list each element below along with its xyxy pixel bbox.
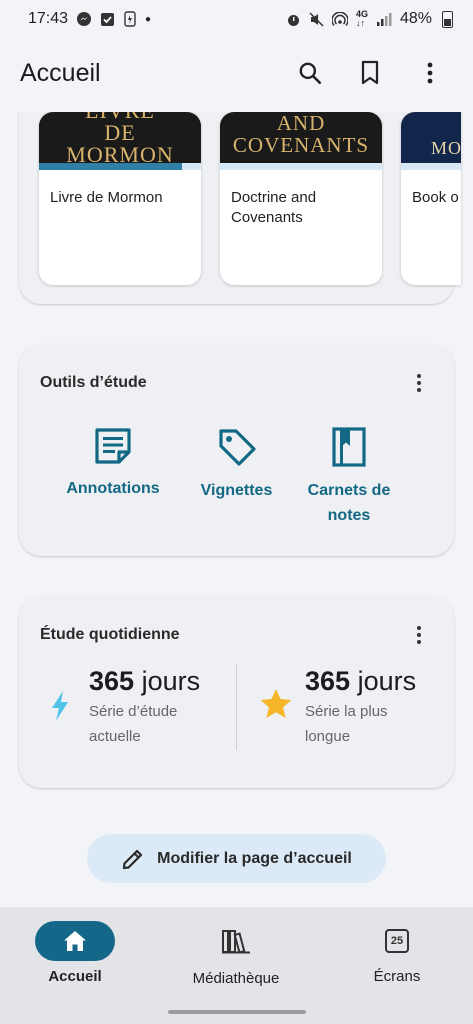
longest-streak-unit: jours — [357, 666, 417, 696]
library-icon — [222, 930, 250, 954]
daily-study-more-button[interactable] — [404, 620, 434, 650]
tool-label: Vignettes — [200, 482, 273, 499]
calendar-icon: 25 — [385, 929, 409, 953]
pencil-icon — [123, 849, 143, 869]
search-icon — [299, 62, 322, 85]
nav-label: Médiathèque — [192, 970, 280, 987]
nav-active-indicator — [35, 921, 115, 961]
longest-streak-number: 365 — [305, 666, 351, 696]
app-bar: Accueil — [0, 44, 473, 102]
book-title: Book o — [412, 189, 459, 206]
tool-annotations[interactable]: Annotations — [63, 426, 163, 501]
tool-vignettes[interactable]: Vignettes — [194, 426, 279, 503]
usb-icon — [124, 11, 136, 27]
bookmark-button[interactable] — [347, 50, 393, 96]
status-bar: 17:43 ● 4G ↓↑ 48% — [0, 0, 473, 38]
check-icon — [101, 12, 115, 26]
tool-label: Annotations — [66, 480, 160, 497]
bolt-icon — [52, 691, 68, 721]
home-content[interactable]: LE LIVRE DE MORMON Livre de Mormon AND C… — [0, 112, 473, 907]
annotations-icon — [95, 428, 131, 464]
study-tools-more-button[interactable] — [404, 368, 434, 398]
book-cover: MO — [401, 112, 461, 170]
study-tools-title: Outils d’étude — [40, 374, 147, 391]
current-streak-label: Série d’étude actuelle — [89, 703, 178, 745]
book-title: Livre de Mormon — [50, 189, 163, 206]
study-tools-card: Outils d’étude Annotations Vignettes Car… — [19, 344, 454, 556]
nav-label: Accueil — [48, 968, 102, 985]
book-cover: AND COVENANTS — [220, 112, 382, 170]
home-icon — [64, 931, 86, 951]
search-button[interactable] — [287, 50, 333, 96]
book-title: Doctrine and Covenants — [231, 189, 317, 226]
tool-label: Carnets de notes — [307, 482, 391, 524]
gesture-bar — [168, 1010, 306, 1014]
bookmark-icon — [361, 60, 379, 85]
divider — [236, 664, 237, 750]
mute-icon — [309, 11, 324, 27]
nav-item-ecrans[interactable]: 25 Écrans — [357, 921, 437, 985]
book-cover-text: MO — [431, 138, 461, 158]
recent-books-card: LE LIVRE DE MORMON Livre de Mormon AND C… — [19, 112, 461, 304]
alarm-icon — [287, 14, 299, 26]
notebook-icon — [332, 427, 366, 467]
nav-item-accueil[interactable]: Accueil — [35, 921, 115, 985]
book-card-livre-de-mormon[interactable]: LE LIVRE DE MORMON Livre de Mormon — [39, 112, 201, 285]
tool-carnets-de-notes[interactable]: Carnets de notes — [299, 426, 399, 528]
current-streak: 365 jours Série d’étude actuelle — [49, 666, 209, 749]
daily-study-title: Étude quotidienne — [40, 626, 180, 643]
calendar-badge: 25 — [390, 935, 404, 947]
signal-icon — [376, 13, 392, 26]
dot-icon: ● — [145, 13, 152, 25]
more-options-button[interactable] — [407, 50, 453, 96]
daily-study-card: Étude quotidienne 365 jours Série d’étud… — [19, 596, 454, 788]
battery-icon — [442, 10, 453, 28]
book-card-partial[interactable]: MO Book o — [401, 112, 461, 285]
4g-icon: 4G ↓↑ — [355, 9, 368, 28]
messenger-icon — [77, 12, 92, 26]
book-cover-text: LE LIVRE DE MORMON — [66, 112, 174, 167]
page-title: Accueil — [20, 58, 101, 87]
status-time: 17:43 — [28, 10, 69, 27]
hotspot-icon — [331, 11, 348, 26]
book-cover-text: AND COVENANTS — [232, 112, 370, 157]
current-streak-unit: jours — [141, 666, 201, 696]
edit-home-label: Modifier la page d’accueil — [157, 849, 352, 867]
nav-label: Écrans — [373, 968, 421, 985]
nav-item-mediatheque[interactable]: Médiathèque — [186, 921, 286, 987]
edit-home-button[interactable]: Modifier la page d’accueil — [87, 834, 386, 883]
bottom-navigation: Accueil Médiathèque 25 Écrans — [0, 907, 473, 1024]
book-card-doctrine-and-covenants[interactable]: AND COVENANTS Doctrine and Covenants — [220, 112, 382, 285]
battery-percent: 48% — [399, 10, 432, 27]
more-vert-icon — [427, 62, 433, 84]
book-cover: LE LIVRE DE MORMON — [39, 112, 201, 170]
star-icon — [260, 689, 292, 718]
tag-icon — [218, 429, 256, 466]
longest-streak-label: Série la plus longue — [305, 703, 388, 745]
longest-streak: 365 jours Série la plus longue — [259, 666, 416, 749]
current-streak-number: 365 — [89, 666, 135, 696]
